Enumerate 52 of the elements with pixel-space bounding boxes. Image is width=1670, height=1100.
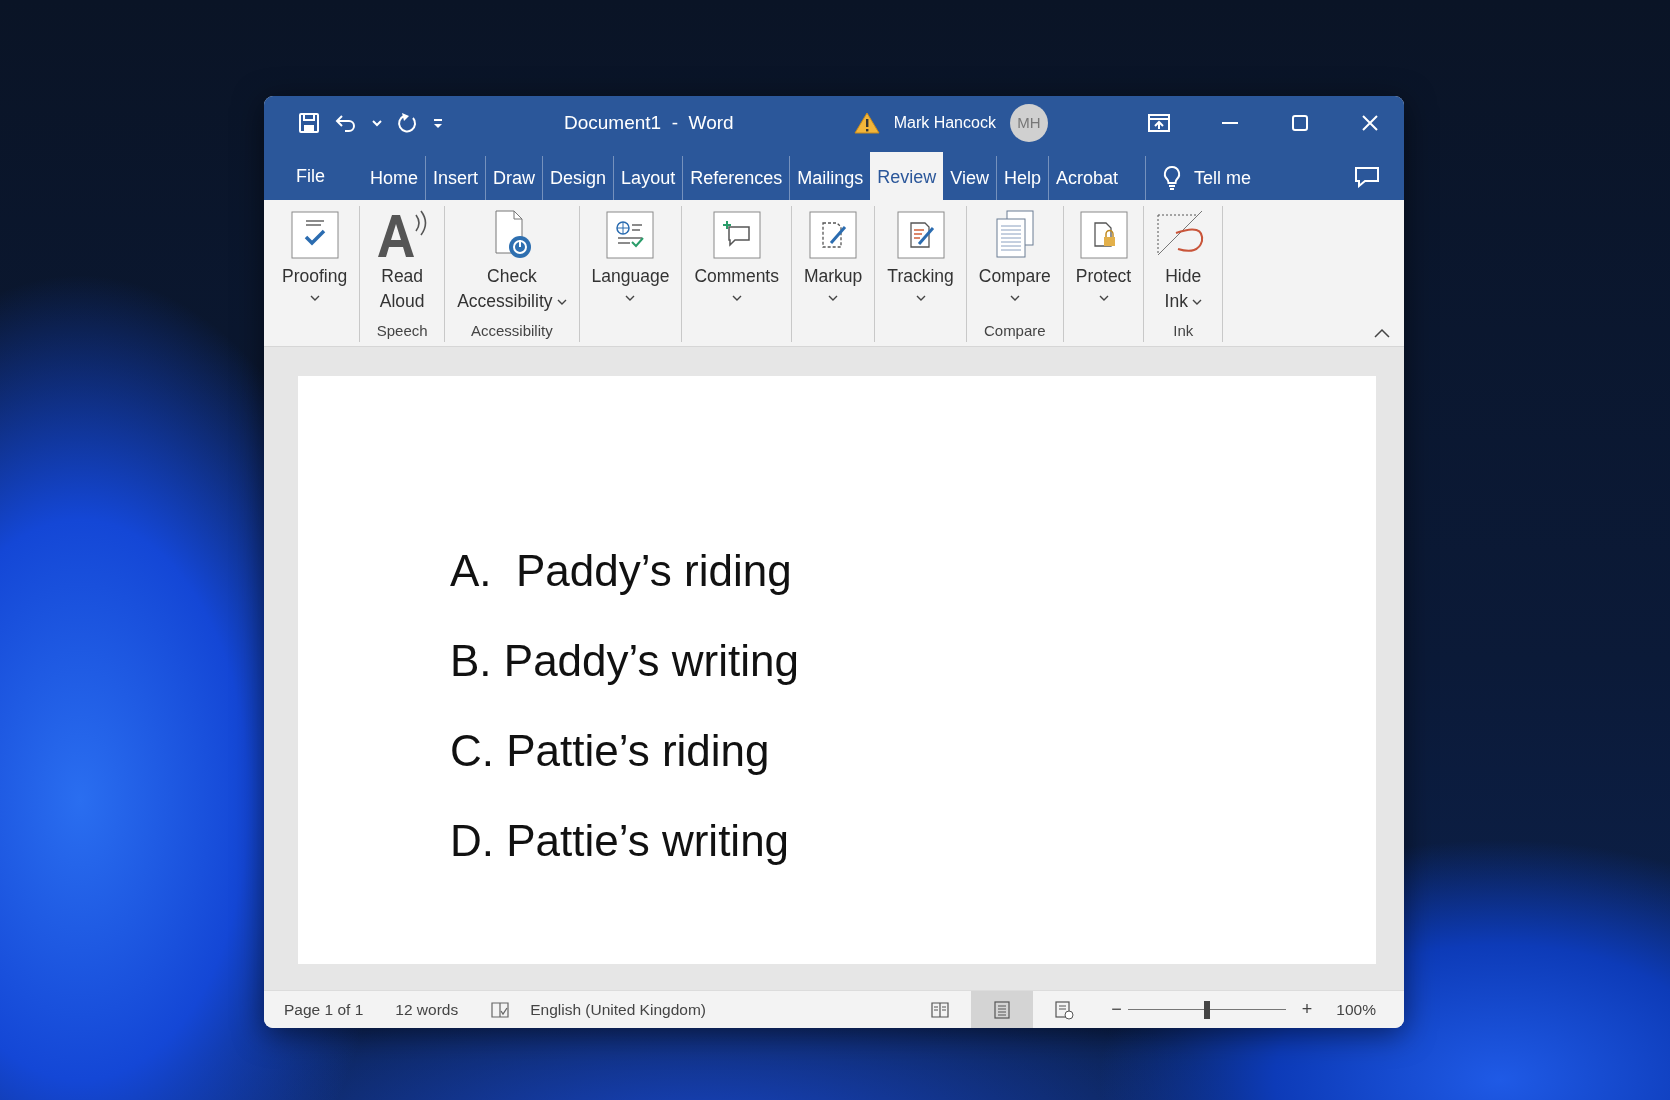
ribbon-tab[interactable]: Review bbox=[870, 152, 944, 200]
document-lock-icon bbox=[1079, 211, 1128, 259]
ribbon-button[interactable]: Tracking bbox=[883, 206, 958, 320]
tell-me-label[interactable]: Tell me bbox=[1194, 167, 1252, 189]
view-button[interactable] bbox=[971, 990, 1034, 1028]
ribbon-display-icon[interactable] bbox=[1148, 113, 1170, 132]
file-tab[interactable]: File bbox=[286, 156, 335, 200]
ribbon-tab[interactable]: Home bbox=[363, 156, 426, 200]
list-item: A. Paddy’s riding bbox=[450, 545, 793, 597]
slider-thumb[interactable] bbox=[1203, 1000, 1210, 1019]
list-item: C. Pattie’s riding bbox=[450, 725, 771, 777]
ribbon-button[interactable]: Language bbox=[587, 206, 674, 320]
list-item: B. Paddy’s writing bbox=[450, 635, 800, 687]
maximize-icon[interactable] bbox=[1290, 112, 1310, 133]
group-label: Accessibility bbox=[470, 321, 554, 341]
document-pencil-icon bbox=[896, 211, 945, 259]
ribbon-button[interactable]: Check Accessibility bbox=[453, 206, 571, 320]
user-name[interactable]: Mark Hancock bbox=[893, 113, 996, 132]
zoom-in-button[interactable]: + bbox=[1301, 999, 1313, 1020]
document-pencil-icon bbox=[809, 211, 858, 259]
window-title: Document1 - Word bbox=[564, 111, 734, 134]
globe-list-icon bbox=[606, 211, 655, 259]
ribbon-button[interactable]: Comments bbox=[690, 206, 783, 320]
zoom-out-button[interactable]: − bbox=[1111, 999, 1122, 1020]
proofing-status-icon[interactable] bbox=[490, 1000, 511, 1019]
save-icon[interactable] bbox=[298, 111, 320, 134]
ribbon-button[interactable]: Proofing bbox=[278, 206, 352, 320]
warning-icon[interactable] bbox=[853, 110, 880, 135]
list-item: D. Pattie’s writing bbox=[450, 815, 791, 867]
redo-icon[interactable] bbox=[396, 111, 418, 134]
ribbon-button[interactable]: Markup bbox=[800, 206, 867, 320]
ribbon-button[interactable]: Compare bbox=[974, 206, 1055, 320]
zoom-level[interactable]: 100% bbox=[1336, 1000, 1376, 1019]
group-label: Ink bbox=[1172, 321, 1195, 341]
web-layout-icon bbox=[1054, 999, 1075, 1020]
ribbon-button[interactable]: Hide Ink bbox=[1152, 206, 1215, 320]
spelling-check-icon bbox=[290, 211, 339, 259]
collapse-ribbon-icon[interactable] bbox=[1374, 328, 1390, 338]
close-icon[interactable] bbox=[1360, 112, 1380, 133]
ribbon-button[interactable]: Read Aloud bbox=[368, 206, 437, 320]
ribbon-button[interactable]: Protect bbox=[1071, 206, 1136, 320]
language-status[interactable]: English (United Kingdom) bbox=[530, 1000, 706, 1019]
group-label: Speech bbox=[375, 321, 429, 341]
word-count[interactable]: 12 words bbox=[395, 1000, 459, 1019]
read-mode-icon bbox=[930, 999, 951, 1020]
speech-bubble-plus-icon bbox=[712, 211, 761, 259]
comment-icon[interactable] bbox=[1354, 166, 1380, 188]
print-layout-icon bbox=[992, 999, 1013, 1020]
lightbulb-icon bbox=[1162, 165, 1183, 191]
ribbon-tab[interactable]: View bbox=[943, 156, 996, 200]
page-count[interactable]: Page 1 of 1 bbox=[284, 1000, 364, 1019]
group-label: Compare bbox=[982, 321, 1047, 341]
